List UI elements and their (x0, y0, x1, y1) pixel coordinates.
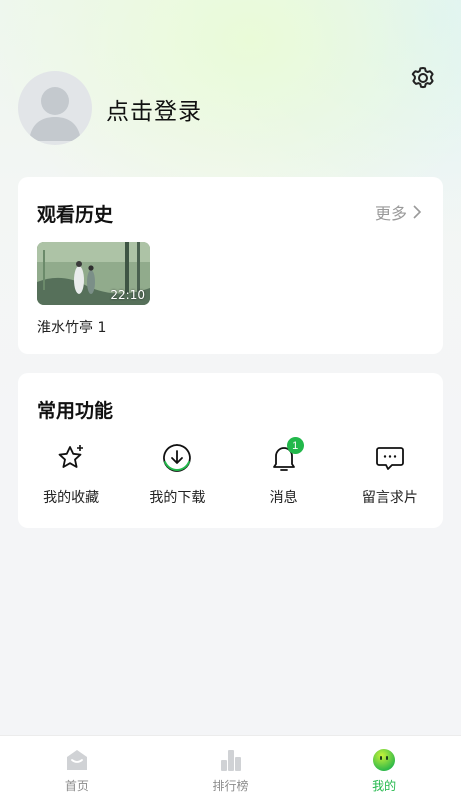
watch-history-card: 观看历史 更多 22:10 淮水竹亭 1 (18, 177, 443, 354)
default-avatar-icon (29, 87, 81, 141)
star-icon (58, 445, 84, 468)
tab-home-label: 首页 (64, 779, 89, 793)
message-count-badge: 1 (286, 437, 304, 454)
home-icon (66, 750, 87, 770)
watch-history-title: 观看历史 (37, 204, 114, 226)
profile-icon (373, 749, 396, 771)
tab-ranking[interactable]: 排行榜 (154, 736, 308, 800)
chevron-right-icon (413, 205, 422, 219)
more-label: 更多 (374, 204, 407, 223)
tab-profile[interactable]: 我的 (307, 736, 461, 800)
tab-ranking-label: 排行榜 (212, 779, 249, 793)
avatar[interactable] (18, 71, 92, 145)
gear-icon (411, 67, 434, 89)
messages-label: 消息 (269, 490, 298, 506)
downloads-label: 我的下载 (149, 490, 206, 506)
tab-home[interactable]: 首页 (0, 736, 154, 800)
function-list: 我的收藏 我的下载 1 消息 留言求片 (18, 437, 443, 507)
request-movie-label: 留言求片 (361, 490, 418, 506)
bottom-tab-bar: 首页 排行榜 我的 (0, 735, 461, 800)
more-button[interactable]: 更多 (375, 200, 423, 224)
video-duration: 22:10 (110, 288, 145, 302)
message-icon (375, 447, 404, 470)
request-movie-button[interactable]: 留言求片 (337, 441, 443, 507)
settings-button[interactable] (406, 61, 440, 95)
login-link[interactable]: 点击登录 (106, 92, 202, 126)
download-icon (163, 444, 192, 472)
history-thumbnail[interactable]: 22:10 (37, 242, 150, 305)
ranking-icon (220, 750, 241, 771)
common-functions-card: 常用功能 我的收藏 我的下载 1 消息 留言求片 (18, 373, 443, 528)
downloads-button[interactable]: 我的下载 (124, 441, 230, 507)
tab-profile-label: 我的 (372, 779, 397, 793)
messages-button[interactable]: 1 消息 (231, 437, 337, 507)
history-item-title[interactable]: 淮水竹亭 1 (37, 317, 106, 337)
favorites-label: 我的收藏 (43, 490, 100, 506)
favorites-button[interactable]: 我的收藏 (18, 441, 124, 507)
common-functions-title: 常用功能 (37, 400, 114, 422)
